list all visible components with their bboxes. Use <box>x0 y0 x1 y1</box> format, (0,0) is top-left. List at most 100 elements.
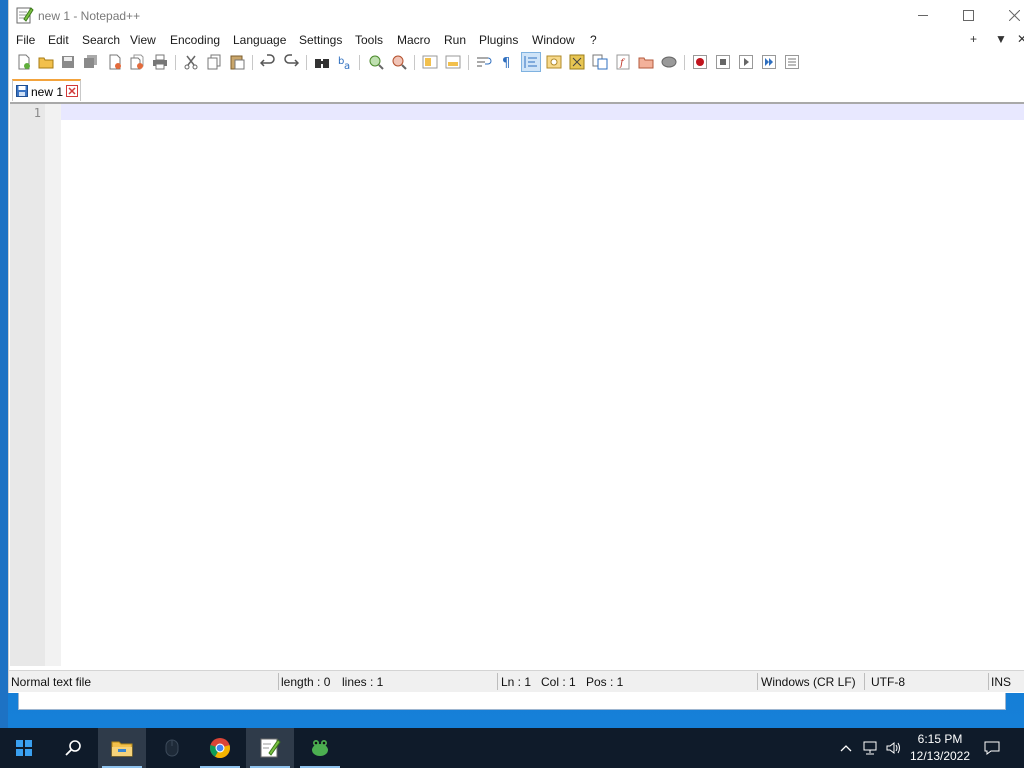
toolbar-separator <box>414 55 415 70</box>
notifications-button[interactable] <box>980 728 1004 768</box>
status-insert-mode[interactable]: INS <box>991 675 1011 689</box>
close-button[interactable] <box>991 0 1024 31</box>
save-all-icon[interactable] <box>82 53 100 71</box>
monitoring-icon[interactable] <box>660 53 678 71</box>
save-macro-icon[interactable] <box>783 53 801 71</box>
taskbar-chrome[interactable] <box>196 728 244 768</box>
start-button[interactable] <box>0 728 48 768</box>
clock[interactable]: 6:15 PM 12/13/2022 <box>905 731 975 765</box>
notepadpp-window: new 1 - Notepad++ File Edit Search View … <box>8 0 1024 693</box>
sync-vertical-icon[interactable] <box>421 53 439 71</box>
menu-window[interactable]: Window <box>532 33 575 47</box>
tab-list-dropdown[interactable]: ▼ <box>995 32 1007 46</box>
window-title: new 1 - Notepad++ <box>38 9 141 23</box>
new-file-icon[interactable] <box>15 53 33 71</box>
line-number-gutter: 1 <box>10 104 45 666</box>
folder-icon <box>111 741 133 757</box>
notepadpp-icon <box>16 6 34 24</box>
taskbar: 6:15 PM 12/13/2022 <box>0 728 1024 768</box>
folder-workspace-icon[interactable] <box>637 53 655 71</box>
doc-list-icon[interactable] <box>591 53 609 71</box>
svg-text:¶: ¶ <box>502 56 510 70</box>
text-editor-area[interactable] <box>61 104 1024 666</box>
show-all-characters-icon[interactable]: ¶ <box>498 53 516 71</box>
close-all-icon[interactable] <box>128 53 146 71</box>
speaker-icon <box>886 742 900 754</box>
tab-bar: new 1 <box>9 78 1024 101</box>
taskbar-mouse-app[interactable] <box>148 728 196 768</box>
status-eol[interactable]: Windows (CR LF) <box>761 675 856 689</box>
playback-icon[interactable] <box>737 53 755 71</box>
word-wrap-icon[interactable] <box>475 53 493 71</box>
menu-encoding[interactable]: Encoding <box>170 33 220 47</box>
title-bar[interactable]: new 1 - Notepad++ <box>9 0 1024 31</box>
close-file-icon[interactable] <box>106 53 124 71</box>
function-list-icon[interactable]: f <box>614 53 632 71</box>
menu-help[interactable]: ? <box>590 33 597 47</box>
status-separator <box>278 673 279 690</box>
undo-icon[interactable] <box>259 53 277 71</box>
clock-time: 6:15 PM <box>917 732 963 746</box>
notepadpp-icon <box>260 738 281 758</box>
menu-search[interactable]: Search <box>82 33 120 47</box>
print-icon[interactable] <box>151 53 169 71</box>
indent-guide-icon[interactable] <box>521 52 541 72</box>
sync-horizontal-icon[interactable] <box>444 53 462 71</box>
tab-close-icon[interactable] <box>66 85 78 97</box>
menu-view[interactable]: View <box>130 33 156 47</box>
search-button[interactable] <box>50 728 98 768</box>
open-file-icon[interactable] <box>37 53 55 71</box>
menu-edit[interactable]: Edit <box>48 33 69 47</box>
add-tab-button[interactable]: + <box>970 32 977 46</box>
doc-map-icon[interactable] <box>568 53 586 71</box>
status-lines: lines : 1 <box>342 675 384 689</box>
status-bar: Normal text file length : 0 lines : 1 Ln… <box>9 670 1024 692</box>
copy-icon[interactable] <box>205 53 223 71</box>
status-col: Col : 1 <box>541 675 576 689</box>
run-macro-multiple-icon[interactable] <box>760 53 778 71</box>
svg-text:a: a <box>344 61 350 70</box>
save-icon[interactable] <box>59 53 77 71</box>
toolbar-separator <box>306 55 307 70</box>
volume-tray[interactable] <box>884 728 904 768</box>
cut-icon[interactable] <box>182 53 200 71</box>
taskbar-notepadpp[interactable] <box>246 728 294 768</box>
redo-icon[interactable] <box>282 53 300 71</box>
chevron-up-icon <box>840 745 852 752</box>
taskbar-frog-app[interactable] <box>296 728 344 768</box>
close-document-button[interactable]: ✕ <box>1017 32 1024 46</box>
current-line-highlight <box>61 104 1024 120</box>
status-length: length : 0 <box>281 675 331 689</box>
find-icon[interactable] <box>313 53 331 71</box>
toolbar: ba ¶ f <box>9 51 1024 73</box>
menu-language[interactable]: Language <box>233 33 286 47</box>
show-hidden-icons[interactable] <box>836 728 856 768</box>
minimize-button[interactable] <box>900 0 946 31</box>
windows-icon <box>16 740 32 756</box>
status-separator <box>757 673 758 690</box>
zoom-in-icon[interactable] <box>367 53 385 71</box>
udl-icon[interactable] <box>545 53 563 71</box>
toolbar-separator <box>359 55 360 70</box>
chrome-icon <box>210 738 230 759</box>
status-encoding[interactable]: UTF-8 <box>871 675 905 689</box>
record-macro-icon[interactable] <box>691 53 709 71</box>
stop-record-icon[interactable] <box>714 53 732 71</box>
menu-macro[interactable]: Macro <box>397 33 430 47</box>
search-icon <box>65 740 81 756</box>
tab-new-1[interactable]: new 1 <box>12 79 81 101</box>
menu-tools[interactable]: Tools <box>355 33 383 47</box>
network-tray[interactable] <box>860 728 882 768</box>
replace-icon[interactable]: ba <box>336 53 354 71</box>
save-icon <box>16 85 28 97</box>
maximize-button[interactable] <box>945 0 991 31</box>
taskbar-file-explorer[interactable] <box>98 728 146 768</box>
menu-file[interactable]: File <box>16 33 35 47</box>
zoom-out-icon[interactable] <box>390 53 408 71</box>
fold-margin[interactable] <box>45 104 61 666</box>
menu-settings[interactable]: Settings <box>299 33 342 47</box>
paste-icon[interactable] <box>228 53 246 71</box>
toolbar-separator <box>684 55 685 70</box>
menu-run[interactable]: Run <box>444 33 466 47</box>
menu-plugins[interactable]: Plugins <box>479 33 518 47</box>
